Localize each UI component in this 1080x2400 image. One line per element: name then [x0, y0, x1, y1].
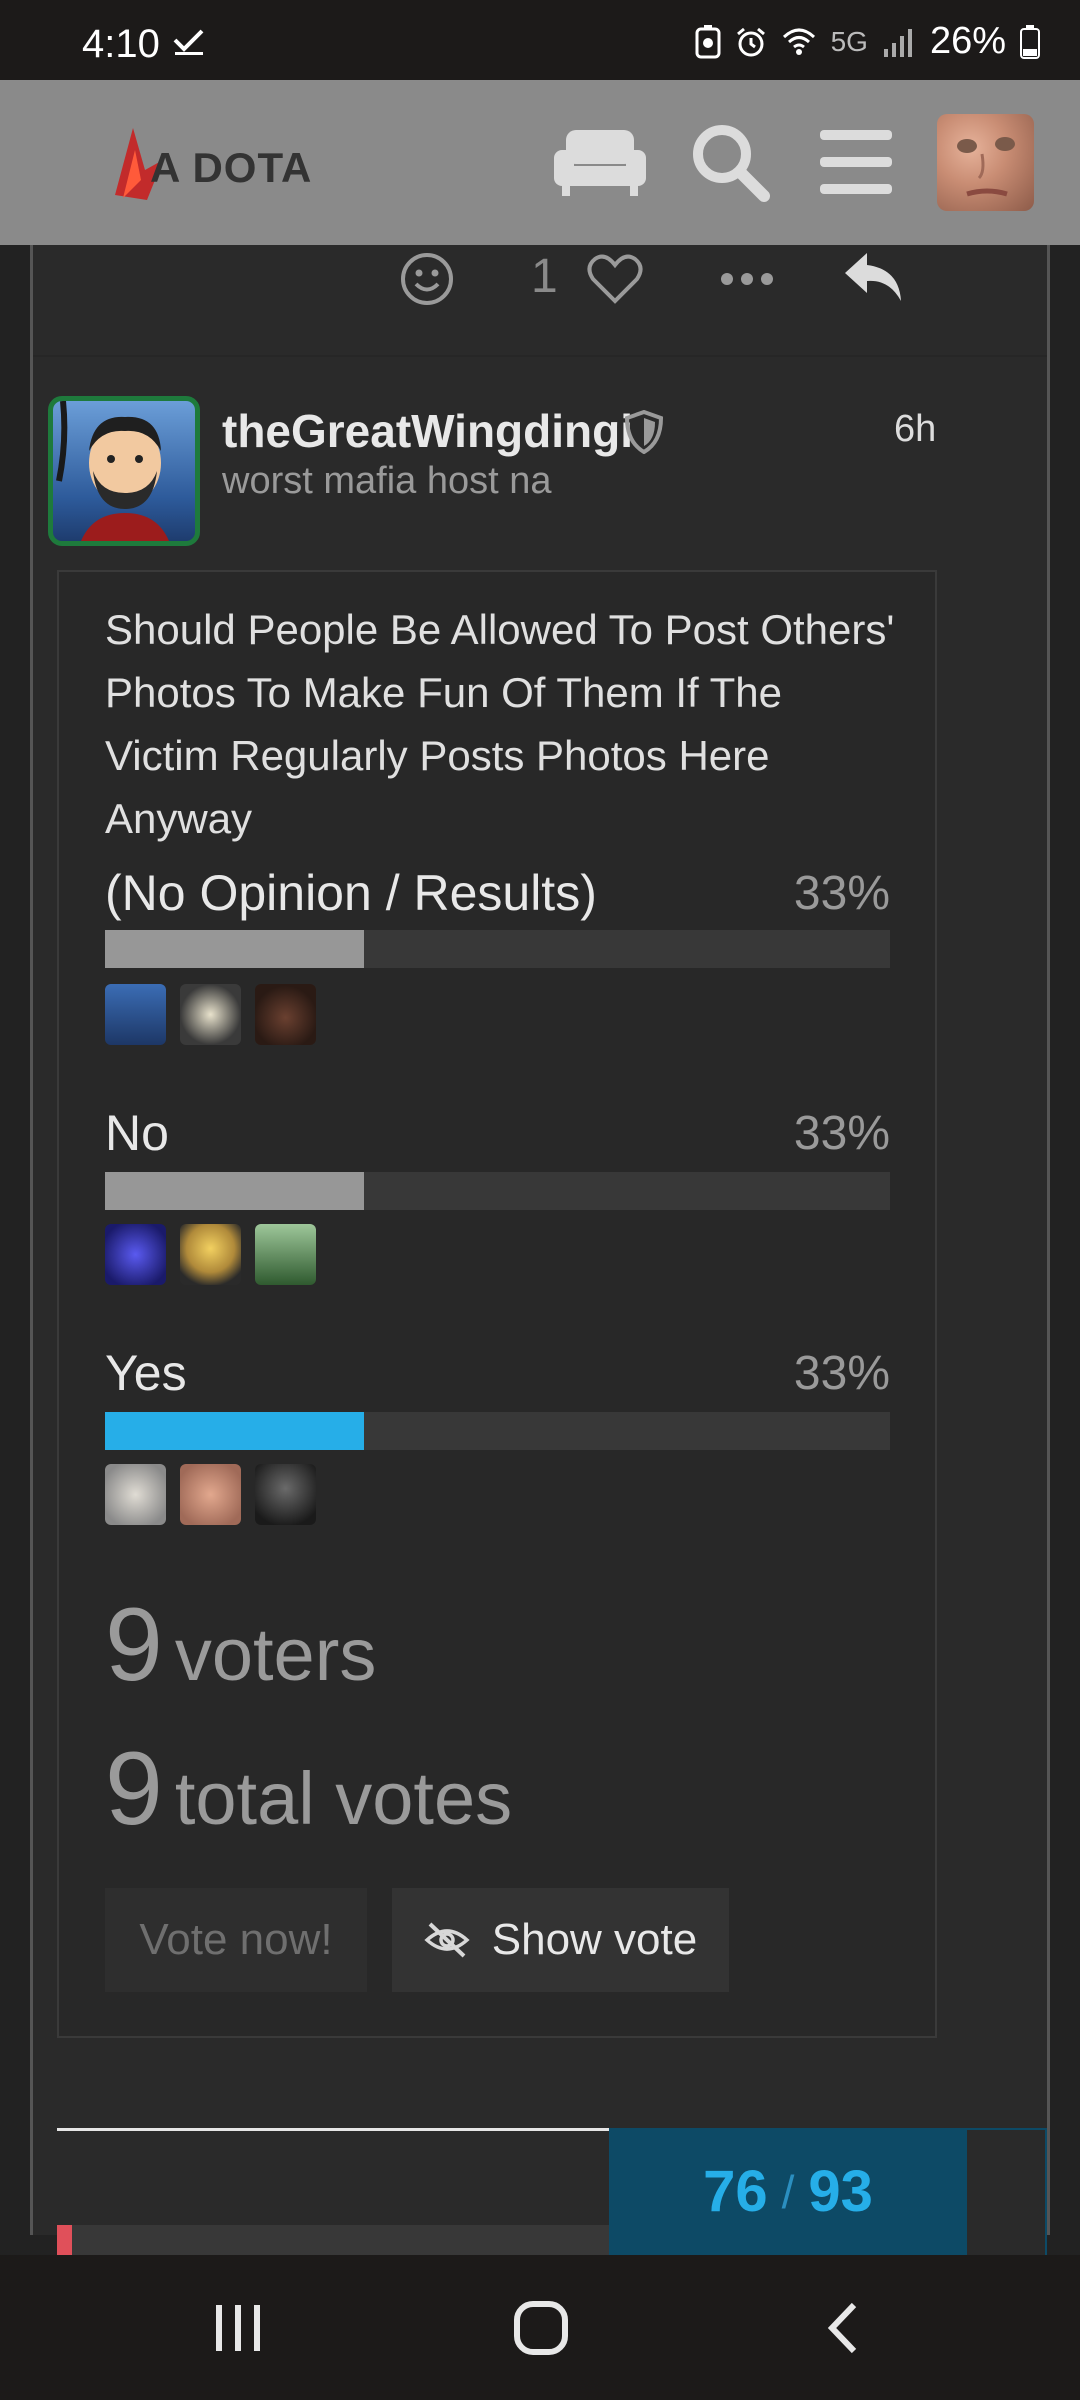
post-user-title: worst mafia host na [222, 460, 552, 502]
progress-total: 93 [808, 2159, 873, 2224]
voter-avatar[interactable] [105, 1224, 166, 1285]
poll-option-bar [105, 1412, 890, 1450]
voter-avatar[interactable] [180, 1224, 241, 1285]
poll-option-bar-fill [105, 1172, 365, 1210]
logo-text: A DOTA [150, 144, 313, 191]
voter-avatar[interactable] [105, 1464, 166, 1525]
voters-label: voters [174, 1613, 377, 1696]
voter-avatar[interactable] [255, 1224, 316, 1285]
poll-option-bar-fill [105, 1412, 365, 1450]
cartoon-avatar-icon [56, 401, 169, 541]
site-header: A DOTA [0, 80, 1080, 245]
show-vote-button[interactable]: Show vote [392, 1888, 729, 1992]
post-time[interactable]: 6h [894, 408, 936, 451]
poll-voters-stat: 9 voters [105, 1586, 376, 1705]
show-vote-label: Show vote [491, 1915, 698, 1964]
battery-saver-icon [695, 24, 721, 58]
like-heart-icon[interactable] [587, 253, 643, 305]
voter-avatar[interactable] [255, 984, 316, 1045]
timeline-divider [57, 2128, 609, 2131]
poll-option-voters [105, 984, 316, 1045]
reply-icon[interactable] [843, 249, 905, 305]
current-user-avatar[interactable] [937, 114, 1034, 211]
battery-percent: 26% [929, 20, 1006, 62]
poll-option-label: No [105, 1105, 169, 1161]
status-icons: 5G 26% [695, 20, 1040, 63]
moderator-shield-icon [624, 410, 664, 454]
poll-votes-stat: 9 total votes [105, 1730, 512, 1849]
poll-option-percent: 33% [793, 867, 890, 920]
user-face-icon [957, 137, 1015, 197]
sofa-icon[interactable] [552, 122, 648, 198]
system-nav-bar [0, 2255, 1080, 2400]
progress-side [967, 2128, 1047, 2255]
post-author-avatar[interactable] [48, 396, 200, 546]
progress-current: 76 [703, 2159, 768, 2224]
progress-separator: / [781, 2165, 795, 2218]
battery-icon [1020, 24, 1040, 59]
eye-slash-icon [424, 1922, 470, 1958]
like-count: 1 [531, 250, 558, 303]
recent-apps-icon[interactable] [210, 2299, 266, 2355]
post-username[interactable]: theGreatWingdingi [222, 404, 633, 458]
status-time: 4:10 [82, 22, 160, 66]
post-actions-bar: 1 [33, 245, 1047, 357]
more-options-icon[interactable] [719, 269, 775, 289]
vote-now-button[interactable]: Vote now! [105, 1888, 367, 1992]
alarm-icon [736, 27, 765, 56]
poll-option-bar-fill [105, 930, 365, 968]
voter-avatar[interactable] [180, 1464, 241, 1525]
voter-avatar[interactable] [105, 984, 166, 1045]
poll-option-voters [105, 1224, 316, 1285]
poll-option-voters [105, 1464, 316, 1525]
status-bar: 4:10 5G 26% [0, 0, 1080, 80]
poll-option-label: (No Opinion / Results) [105, 865, 597, 921]
reaction-smile-icon[interactable] [399, 251, 455, 307]
timeline-unread-marker [57, 2225, 72, 2255]
votes-count: 9 [105, 1731, 163, 1847]
home-icon[interactable] [512, 2299, 570, 2357]
voter-avatar[interactable] [255, 1464, 316, 1525]
back-icon[interactable] [822, 2299, 862, 2357]
wifi-icon [782, 28, 815, 55]
poll-question: Should People Be Allowed To Post Others'… [105, 606, 895, 842]
topic-progress[interactable]: 76 / 93 [609, 2128, 967, 2255]
signal-icon [883, 28, 912, 57]
poll-option-percent: 33% [793, 1347, 890, 1400]
voters-count: 9 [105, 1587, 163, 1703]
voter-avatar[interactable] [180, 984, 241, 1045]
poll-option-label: Yes [105, 1345, 187, 1401]
menu-icon[interactable] [820, 130, 892, 194]
check-icon [173, 29, 204, 55]
poll-option-percent: 33% [793, 1107, 890, 1160]
votes-label: total votes [174, 1757, 513, 1840]
timeline-scrollbar[interactable] [57, 2225, 609, 2255]
search-icon[interactable] [690, 122, 770, 202]
network-type: 5G [830, 25, 868, 57]
poll-option-bar [105, 930, 890, 968]
poll-option-bar [105, 1172, 890, 1210]
